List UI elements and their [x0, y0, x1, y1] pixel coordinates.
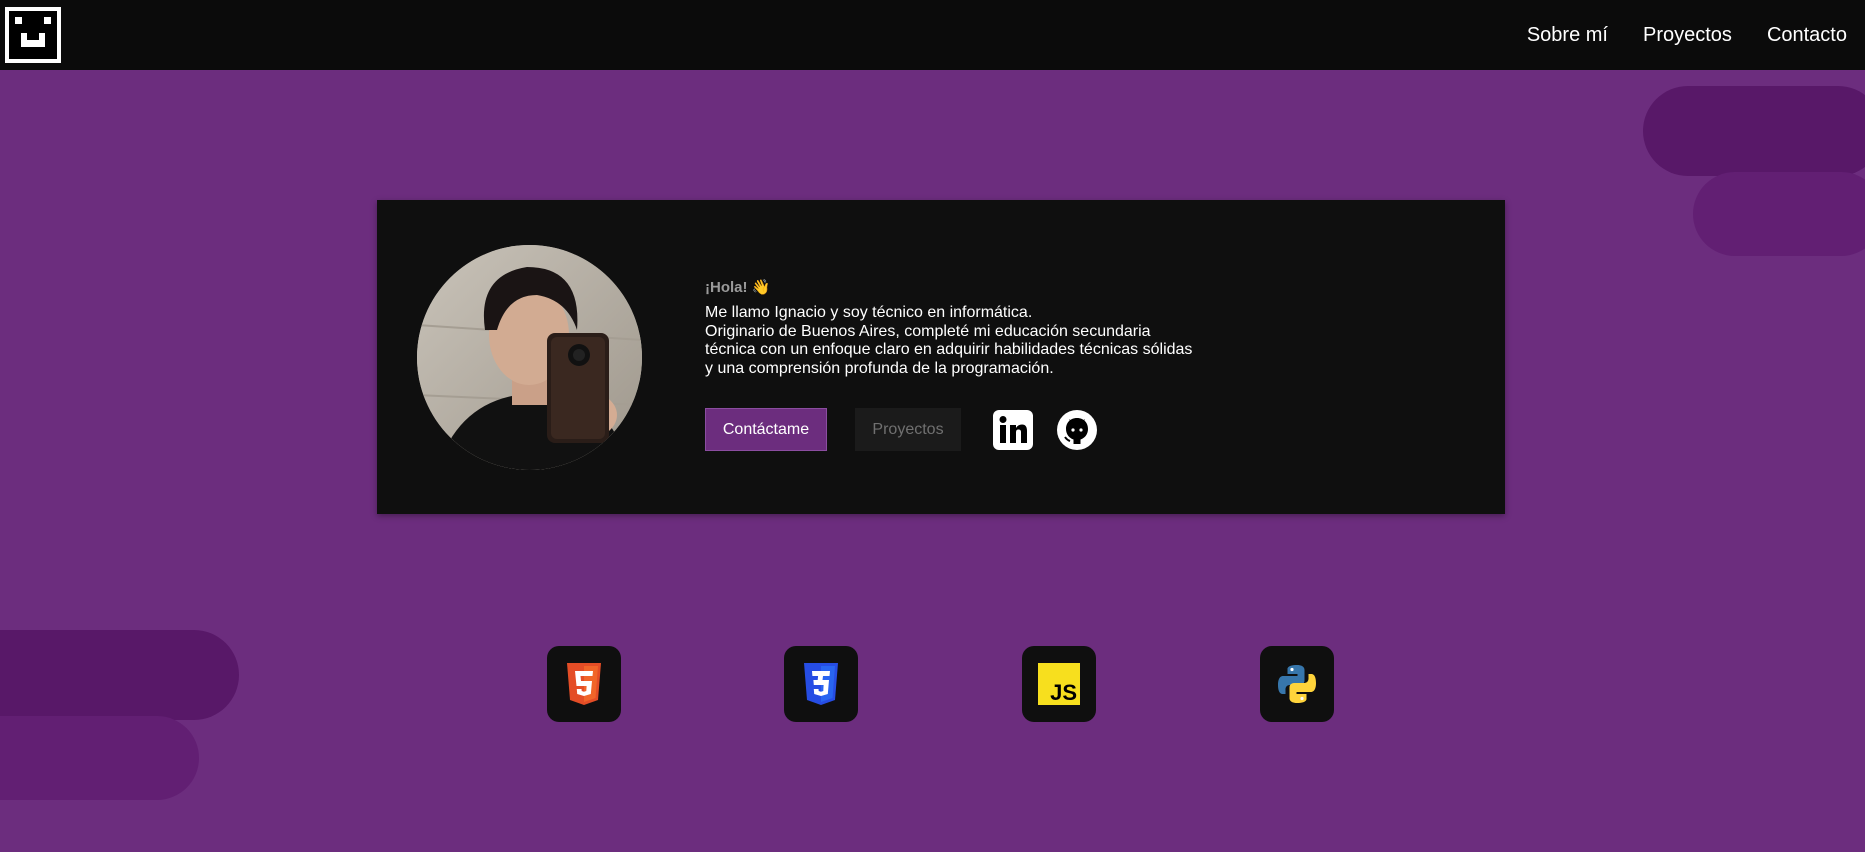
- linkedin-icon[interactable]: [993, 409, 1033, 450]
- javascript-icon: JS: [1038, 663, 1080, 705]
- skill-javascript: JS: [1022, 646, 1096, 722]
- intro-card: ¡Hola! 👋 Me llamo Ignacio y soy técnico …: [377, 200, 1505, 514]
- intro-text: ¡Hola! 👋 Me llamo Ignacio y soy técnico …: [705, 278, 1225, 378]
- hero-actions: Contáctame Proyectos: [705, 408, 1097, 451]
- top-navbar: Sobre mí Proyectos Contacto: [0, 0, 1865, 70]
- bio-line: técnica con un enfoque claro en adquirir…: [705, 341, 1193, 358]
- bio-line: y una comprensión profunda de la program…: [705, 359, 1054, 377]
- decorative-pill: [1693, 172, 1865, 256]
- profile-photo: [417, 245, 642, 470]
- nav-link-contacto[interactable]: Contacto: [1767, 24, 1847, 47]
- decorative-pill: [1643, 86, 1865, 176]
- main-nav: Sobre mí Proyectos Contacto: [1527, 24, 1847, 47]
- greeting-text: ¡Hola! 👋: [705, 279, 771, 296]
- profile-photo-image: [417, 245, 642, 470]
- css3-icon: [804, 663, 838, 705]
- nav-link-sobre-mi[interactable]: Sobre mí: [1527, 24, 1608, 47]
- github-icon[interactable]: [1057, 409, 1097, 450]
- contact-button[interactable]: Contáctame: [705, 408, 827, 451]
- decorative-pill: [0, 630, 239, 720]
- bio-line: Me llamo Ignacio y soy técnico en inform…: [705, 304, 1033, 321]
- nav-link-proyectos[interactable]: Proyectos: [1643, 24, 1732, 47]
- projects-button[interactable]: Proyectos: [855, 408, 961, 451]
- skill-html5: [547, 646, 621, 722]
- decorative-pill: [0, 716, 199, 800]
- bio-line: Originario de Buenos Aires, completé mi …: [705, 322, 1151, 340]
- html5-icon: [567, 663, 601, 705]
- javascript-icon-label: JS: [1050, 680, 1077, 705]
- skill-css3: [784, 646, 858, 722]
- pixel-face-logo-icon[interactable]: [5, 7, 61, 63]
- bio-text: Me llamo Ignacio y soy técnico en inform…: [705, 304, 1225, 378]
- python-icon: [1278, 665, 1316, 703]
- skill-python: [1260, 646, 1334, 722]
